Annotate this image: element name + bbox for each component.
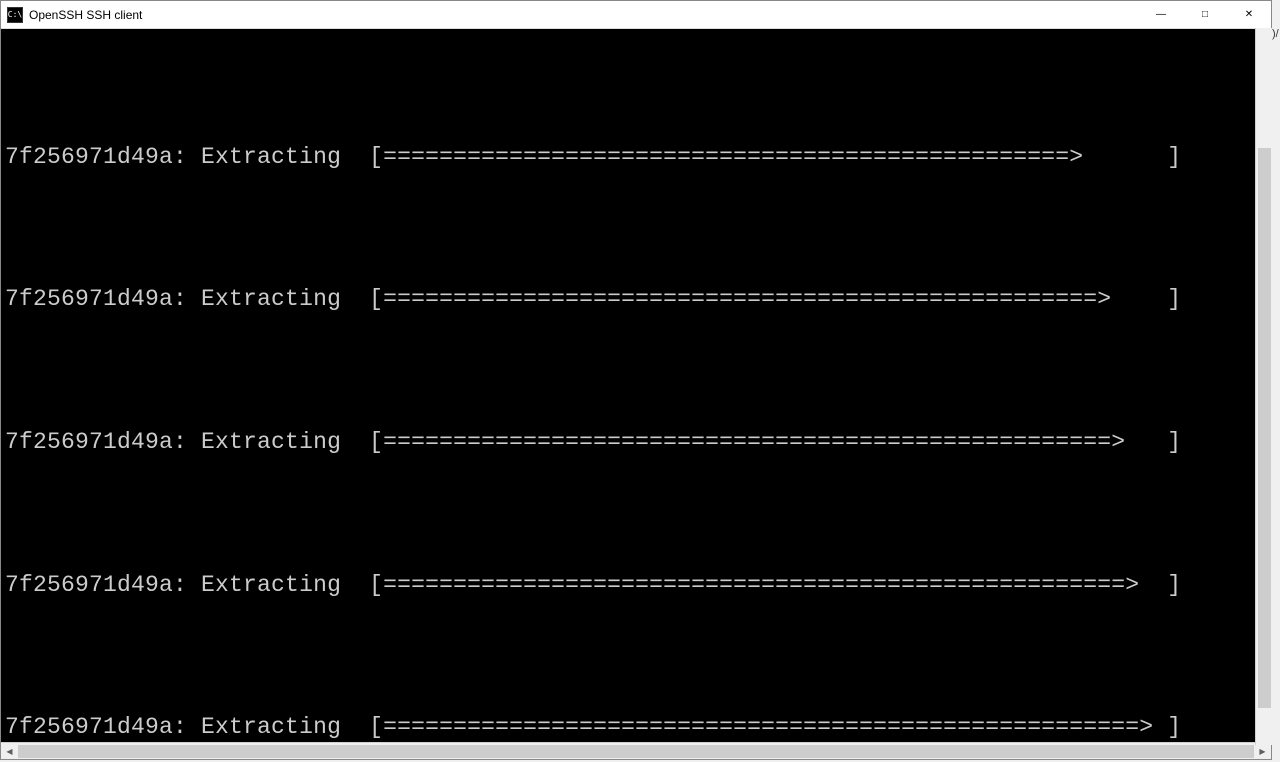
extracting-line: 7f256971d49a: Extracting [==============… bbox=[5, 710, 1267, 742]
blank-line bbox=[5, 496, 1267, 532]
scroll-right-arrow-icon[interactable]: ▶ bbox=[1254, 743, 1271, 760]
scroll-h-track[interactable] bbox=[18, 743, 1254, 760]
terminal-icon: C:\ bbox=[7, 7, 23, 23]
scroll-h-thumb[interactable] bbox=[18, 745, 1254, 758]
extracting-line: 7f256971d49a: Extracting [==============… bbox=[5, 140, 1267, 176]
close-button[interactable]: ✕ bbox=[1227, 1, 1271, 29]
extracting-line: 7f256971d49a: Extracting [==============… bbox=[5, 282, 1267, 318]
ssh-client-window: C:\ OpenSSH SSH client — □ ✕ 7f256971d49… bbox=[0, 0, 1272, 760]
blank-line bbox=[5, 354, 1267, 390]
minimize-button[interactable]: — bbox=[1139, 1, 1183, 29]
terminal-output[interactable]: 7f256971d49a: Extracting [==============… bbox=[1, 29, 1271, 742]
background-fragment: )/ bbox=[1272, 28, 1280, 48]
blank-line bbox=[5, 211, 1267, 247]
blank-line bbox=[5, 639, 1267, 675]
vertical-scrollbar[interactable] bbox=[1255, 28, 1272, 745]
scroll-left-arrow-icon[interactable]: ◀ bbox=[1, 743, 18, 760]
maximize-button[interactable]: □ bbox=[1183, 1, 1227, 29]
extracting-line: 7f256971d49a: Extracting [==============… bbox=[5, 425, 1267, 461]
window-title: OpenSSH SSH client bbox=[29, 8, 142, 22]
scroll-v-thumb[interactable] bbox=[1258, 148, 1271, 708]
blank-line bbox=[5, 69, 1267, 105]
titlebar[interactable]: C:\ OpenSSH SSH client — □ ✕ bbox=[1, 1, 1271, 29]
terminal-icon-glyph: C:\ bbox=[8, 11, 22, 19]
horizontal-scrollbar[interactable]: ◀ ▶ bbox=[1, 742, 1271, 759]
extracting-line: 7f256971d49a: Extracting [==============… bbox=[5, 568, 1267, 604]
